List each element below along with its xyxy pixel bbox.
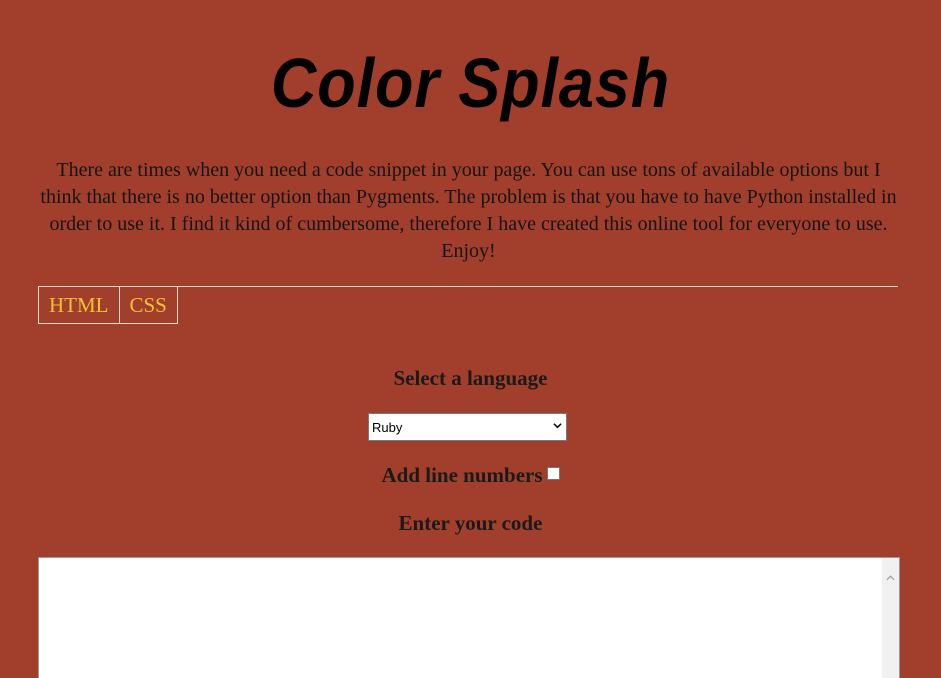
line-numbers-label: Add line numbers <box>381 463 543 487</box>
intro-text: There are times when you need a code sni… <box>40 159 897 262</box>
line-numbers-checkbox[interactable] <box>546 467 560 480</box>
language-label: Select a language <box>393 366 548 390</box>
tab-bar: HTML CSS <box>38 287 178 324</box>
code-textarea[interactable] <box>38 557 900 678</box>
tab-html[interactable]: HTML <box>39 287 119 323</box>
line-numbers-row: Add line numbers <box>0 463 941 488</box>
code-label: Enter your code <box>398 511 543 535</box>
language-select[interactable]: Ruby <box>368 413 567 441</box>
page-title: Color Splash <box>270 44 671 122</box>
chevron-up-icon[interactable] <box>886 575 895 581</box>
language-select-value: Ruby <box>372 420 403 435</box>
code-scrollbar[interactable] <box>882 558 899 678</box>
chevron-down-icon <box>553 423 562 429</box>
tab-css[interactable]: CSS <box>118 287 177 323</box>
